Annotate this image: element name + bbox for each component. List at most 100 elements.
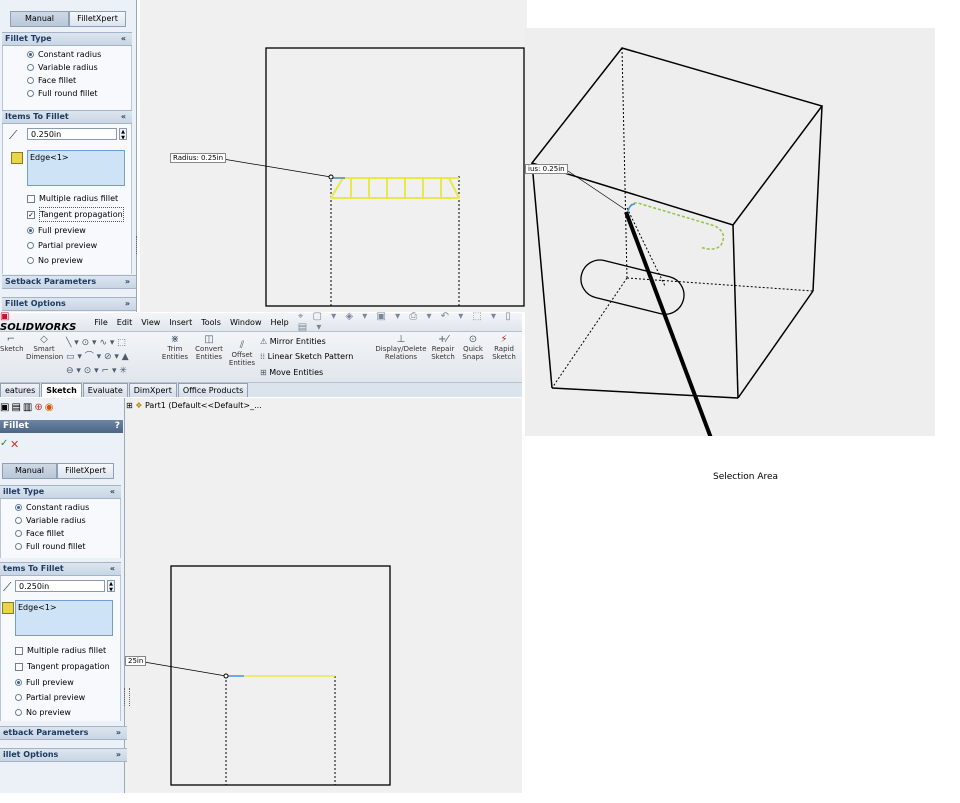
edge-list-item[interactable]: Edge<1>	[30, 153, 69, 162]
collapse-icon: «	[120, 34, 126, 43]
sketch-entities-grid[interactable]: ╲ ▾ ⊙ ▾ ∿ ▾ ⬚ ▭ ▾ ⌒ ▾ ⊘ ▾ ▲ ⊖ ▾ ⊙ ▾ ⌐ ▾ ✳	[66, 336, 158, 378]
property-title-bar: Fillet?	[0, 420, 123, 433]
edge-list-item[interactable]: Edge<1>	[18, 603, 57, 612]
bottom-graphics-area[interactable]: ⊞ ❖ Part1 (Default<<Default>_... 25in	[124, 398, 522, 793]
radius-spinner[interactable]: ▲ ▼	[107, 580, 115, 593]
top-fillet-type-section: Fillet Type « Constant radius Variable ra…	[2, 32, 132, 110]
convert-icon: ◫	[204, 334, 214, 345]
rapid-sketch-icon: ⚡	[500, 334, 508, 345]
multiple-radius-checkbox[interactable]: Multiple radius fillet	[27, 192, 118, 205]
face-fillet-option[interactable]: Face fillet	[15, 527, 120, 540]
tangent-propagation-checkbox[interactable]: Tangent propagation	[15, 660, 110, 673]
menu-edit[interactable]: Edit	[117, 318, 133, 327]
edges-list[interactable]: Edge<1>	[27, 150, 125, 186]
quick-snaps-button[interactable]: ⊙ Quick Snaps	[460, 334, 486, 362]
trim-entities-button[interactable]: ⋇ Trim Entities	[160, 334, 190, 362]
smart-dimension-button[interactable]: ◇ Smart Dimension	[26, 335, 63, 362]
full-round-fillet-option[interactable]: Full round fillet	[15, 540, 120, 553]
face-fillet-option[interactable]: Face fillet	[27, 74, 131, 87]
multiple-radius-checkbox[interactable]: Multiple radius fillet	[15, 644, 106, 657]
menu-bar: ▣ SOLIDWORKS File Edit View Insert Tools…	[0, 311, 522, 333]
partial-preview-option[interactable]: Partial preview	[27, 239, 97, 252]
selection-area-annotation: Selection Area	[713, 472, 779, 482]
no-preview-option[interactable]: No preview	[27, 254, 83, 267]
help-icon[interactable]: ?	[115, 420, 120, 433]
expand-icon: »	[115, 750, 121, 759]
top-graphics-area[interactable]: Radius: 0.25in	[140, 0, 527, 312]
fillet-options-header[interactable]: Fillet Options»	[2, 297, 136, 311]
radius-input[interactable]: 0.250in	[27, 128, 117, 140]
items-to-fillet-header[interactable]: Items To Fillet «	[2, 110, 132, 124]
menu-insert[interactable]: Insert	[169, 318, 192, 327]
tab-manual[interactable]: Manual	[10, 11, 69, 27]
cancel-button[interactable]: ✕	[10, 438, 19, 451]
tangent-propagation-checkbox[interactable]: ✓ Tangent propagation	[27, 207, 124, 222]
radius-icon: ⟋	[9, 128, 18, 142]
quick-access-toolbar[interactable]: ⌖ ▢ ▾ ◈ ▾ ▣ ▾ ⎙ ▾ ↶ ▾ ⬚ ▾ ▯ ▤ ▾	[298, 311, 522, 333]
tab-evaluate[interactable]: Evaluate	[82, 383, 128, 397]
property-manager-icon[interactable]: ▤	[11, 402, 22, 413]
constant-radius-option[interactable]: Constant radius	[15, 501, 120, 514]
trim-icon: ⋇	[170, 334, 180, 345]
tab-features[interactable]: eatures	[0, 383, 41, 397]
bottom-fillet-type-section: illet Type « Constant radius Variable rad…	[0, 485, 121, 558]
tab-sketch[interactable]: Sketch	[41, 383, 82, 397]
radius-input[interactable]: 0.250in	[15, 580, 105, 592]
full-preview-option[interactable]: Full preview	[15, 676, 74, 689]
bottom-panel-splitter[interactable]	[124, 688, 130, 706]
constant-radius-option[interactable]: Constant radius	[27, 48, 131, 61]
dimxpert-manager-icon[interactable]: ⊕	[34, 402, 44, 413]
expand-icon: »	[124, 299, 130, 308]
setback-parameters-header[interactable]: Setback Parameters»	[2, 275, 136, 289]
fillet-type-header[interactable]: Fillet Type «	[2, 32, 132, 46]
configuration-manager-icon[interactable]: ▥	[23, 402, 34, 413]
menu-help[interactable]: Help	[271, 318, 289, 327]
tab-dimxpert[interactable]: DimXpert	[128, 383, 177, 397]
variable-radius-option[interactable]: Variable radius	[27, 61, 131, 74]
relations-icon: ⊥	[396, 334, 406, 345]
tab-manual[interactable]: Manual	[2, 463, 57, 479]
radius-icon: ⟋	[3, 580, 12, 594]
linear-pattern-button[interactable]: ⁞⁞ Linear Sketch Pattern	[260, 352, 353, 361]
variable-radius-option[interactable]: Variable radius	[15, 514, 120, 527]
items-to-fillet-header[interactable]: tems To Fillet «	[0, 562, 121, 576]
move-entities-button[interactable]: ⊞ Move Entities	[260, 368, 323, 377]
feature-manager-icon[interactable]: ▣	[0, 402, 11, 413]
fillet-type-header[interactable]: illet Type «	[0, 485, 121, 499]
full-round-fillet-option[interactable]: Full round fillet	[27, 87, 131, 100]
radius-callout[interactable]: Radius: 0.25in	[170, 153, 227, 163]
menu-tools[interactable]: Tools	[201, 318, 221, 327]
solidworks-logo: ▣ SOLIDWORKS	[0, 311, 77, 333]
offset-entities-button[interactable]: ⫽ Offset Entities	[228, 341, 256, 368]
rapid-sketch-button[interactable]: ⚡ Rapid Sketch	[490, 334, 518, 362]
radius-spinner[interactable]: ▲ ▼	[119, 128, 127, 141]
mirror-icon: ⚠	[260, 337, 268, 346]
menu-file[interactable]: File	[94, 318, 107, 327]
bottom-radius-callout[interactable]: 25in	[125, 656, 147, 666]
display-delete-relations-button[interactable]: ⊥ Display/Delete Relations	[374, 334, 428, 362]
sketch-button[interactable]: ⌐ Sketch	[0, 334, 24, 354]
convert-entities-button[interactable]: ◫ Convert Entities	[192, 334, 226, 362]
edges-list[interactable]: Edge<1>	[15, 600, 113, 636]
tab-office-products[interactable]: Office Products	[177, 383, 249, 397]
fillet-options-header[interactable]: illet Options»	[0, 748, 127, 762]
no-preview-option[interactable]: No preview	[15, 706, 71, 719]
fillet-preview-hatch	[330, 177, 460, 199]
iso-radius-callout[interactable]: ius: 0.25in	[525, 164, 568, 174]
menu-window[interactable]: Window	[230, 318, 262, 327]
sketch-icon: ⌐	[6, 334, 16, 345]
iso-graphics-area[interactable]: ius: 0.25in	[525, 28, 935, 455]
tab-filletxpert[interactable]: FilletXpert	[69, 11, 126, 27]
display-manager-icon[interactable]: ◉	[45, 402, 56, 413]
repair-sketch-button[interactable]: +⁄ Repair Sketch	[430, 334, 456, 362]
repair-icon: +⁄	[437, 334, 449, 345]
partial-preview-option[interactable]: Partial preview	[15, 691, 85, 704]
ok-button[interactable]: ✓	[0, 438, 8, 449]
menu-view[interactable]: View	[141, 318, 160, 327]
command-tabs: eatures Sketch Evaluate DimXpert Office …	[0, 383, 522, 397]
full-preview-option[interactable]: Full preview	[27, 224, 86, 237]
setback-parameters-header[interactable]: etback Parameters»	[0, 726, 127, 740]
mirror-entities-button[interactable]: ⚠ Mirror Entities	[260, 337, 326, 346]
tab-filletxpert[interactable]: FilletXpert	[57, 463, 114, 479]
snaps-icon: ⊙	[468, 334, 478, 345]
